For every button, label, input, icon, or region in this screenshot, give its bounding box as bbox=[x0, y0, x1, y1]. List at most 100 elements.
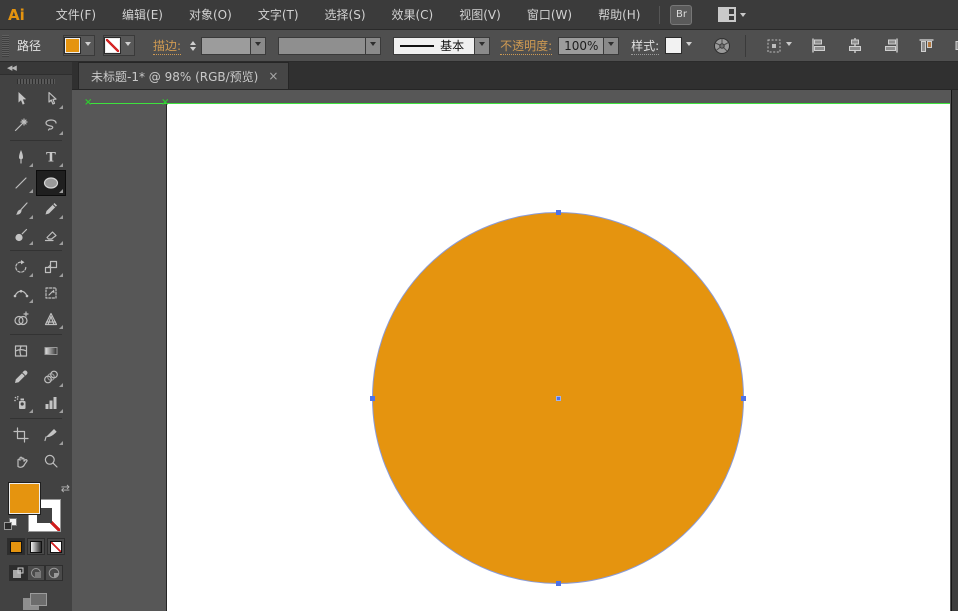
fill-color-control[interactable] bbox=[63, 35, 95, 56]
magic-wand-tool[interactable] bbox=[6, 112, 36, 138]
type-tool[interactable]: T bbox=[36, 144, 66, 170]
menu-bar: Ai 文件(F) 编辑(E) 对象(O) 文字(T) 选择(S) 效果(C) 视… bbox=[0, 0, 958, 30]
center-point[interactable] bbox=[556, 396, 561, 401]
draw-inside-button[interactable] bbox=[45, 565, 63, 581]
fill-dropdown-button[interactable] bbox=[81, 36, 94, 55]
eraser-tool[interactable] bbox=[36, 222, 66, 248]
gradient-tool[interactable] bbox=[36, 338, 66, 364]
selected-shape[interactable] bbox=[372, 212, 744, 584]
blob-brush-tool[interactable] bbox=[6, 222, 36, 248]
collapse-dock-button[interactable]: ◀◀ bbox=[7, 64, 16, 72]
canvas-pasteboard[interactable]: × × bbox=[72, 90, 958, 611]
stroke-dropdown-button[interactable] bbox=[121, 36, 134, 55]
pencil-tool[interactable] bbox=[36, 196, 66, 222]
blend-tool[interactable] bbox=[36, 364, 66, 390]
column-graph-tool[interactable] bbox=[36, 390, 66, 416]
mesh-icon bbox=[13, 343, 29, 359]
guide-line[interactable]: × × bbox=[89, 103, 950, 104]
none-button[interactable] bbox=[47, 538, 65, 555]
perspective-grid-tool[interactable] bbox=[36, 306, 66, 332]
stroke-width-stepper[interactable] bbox=[187, 37, 199, 55]
panel-grip-handle[interactable] bbox=[2, 35, 9, 57]
column-graph-icon bbox=[43, 395, 59, 411]
pen-tool[interactable] bbox=[6, 144, 36, 170]
panel-drag-handle[interactable] bbox=[17, 79, 55, 83]
document-tab[interactable]: 未标题-1* @ 98% (RGB/预览) × bbox=[78, 62, 289, 89]
width-profile-field[interactable]: 基本 bbox=[393, 37, 475, 55]
workspace: ◀◀ bbox=[0, 62, 958, 611]
align-center-icon bbox=[846, 37, 864, 54]
anchor-point-top[interactable] bbox=[556, 210, 561, 215]
bridge-button[interactable]: Br bbox=[670, 5, 692, 25]
tools-panel-header: ◀◀ bbox=[0, 62, 72, 75]
tab-close-button[interactable]: × bbox=[268, 69, 278, 83]
draw-behind-button[interactable] bbox=[27, 565, 45, 581]
stroke-width-field[interactable] bbox=[201, 37, 251, 55]
menu-file[interactable]: 文件(F) bbox=[43, 0, 109, 30]
rotate-tool[interactable] bbox=[6, 254, 36, 280]
screen-mode-button[interactable] bbox=[23, 593, 49, 611]
horizontal-align-left-button[interactable] bbox=[806, 34, 832, 58]
anchor-point-bottom[interactable] bbox=[556, 581, 561, 586]
scale-tool[interactable] bbox=[36, 254, 66, 280]
ellipse-tool[interactable] bbox=[36, 170, 66, 196]
menu-window[interactable]: 窗口(W) bbox=[514, 0, 585, 30]
chevron-down-icon bbox=[740, 13, 746, 20]
style-dropdown-button[interactable] bbox=[682, 36, 695, 55]
fill-color-swatch[interactable] bbox=[64, 37, 81, 54]
recolor-artwork-button[interactable] bbox=[709, 34, 735, 58]
align-left-icon bbox=[810, 37, 828, 54]
menu-type[interactable]: 文字(T) bbox=[245, 0, 312, 30]
stroke-none-swatch[interactable] bbox=[104, 37, 121, 54]
shape-builder-tool[interactable] bbox=[6, 306, 36, 332]
direct-selection-tool[interactable] bbox=[36, 86, 66, 112]
menu-object[interactable]: 对象(O) bbox=[176, 0, 245, 30]
workspace-switcher-button[interactable] bbox=[718, 7, 746, 22]
artboard-tool[interactable] bbox=[6, 422, 36, 448]
horizontal-align-right-button[interactable] bbox=[878, 34, 904, 58]
line-segment-tool[interactable] bbox=[6, 170, 36, 196]
menu-effect[interactable]: 效果(C) bbox=[379, 0, 447, 30]
paintbrush-tool[interactable] bbox=[6, 196, 36, 222]
stroke-color-control[interactable] bbox=[103, 35, 135, 56]
selection-tool[interactable] bbox=[6, 86, 36, 112]
mesh-tool[interactable] bbox=[6, 338, 36, 364]
brush-dropdown-button[interactable] bbox=[366, 37, 381, 55]
hand-tool[interactable] bbox=[6, 448, 36, 474]
brush-definition-field[interactable] bbox=[278, 37, 366, 55]
document-area: 未标题-1* @ 98% (RGB/预览) × × × bbox=[72, 62, 958, 611]
menu-select[interactable]: 选择(S) bbox=[312, 0, 379, 30]
slice-knife-icon bbox=[43, 427, 59, 443]
anchor-point-left[interactable] bbox=[370, 396, 375, 401]
zoom-tool[interactable] bbox=[36, 448, 66, 474]
color-button[interactable] bbox=[7, 538, 25, 555]
lasso-tool[interactable] bbox=[36, 112, 66, 138]
align-to-selection-button[interactable] bbox=[762, 34, 796, 58]
default-fill-stroke-icon[interactable] bbox=[4, 518, 18, 530]
menu-edit[interactable]: 编辑(E) bbox=[109, 0, 176, 30]
free-transform-tool[interactable] bbox=[36, 280, 66, 306]
menu-view[interactable]: 视图(V) bbox=[446, 0, 514, 30]
eyedropper-tool[interactable] bbox=[6, 364, 36, 390]
symbol-sprayer-tool[interactable] bbox=[6, 390, 36, 416]
stroke-panel-link[interactable]: 描边: bbox=[153, 37, 181, 55]
draw-normal-button[interactable] bbox=[9, 565, 27, 581]
gradient-button[interactable] bbox=[27, 538, 45, 555]
horizontal-align-center-button[interactable] bbox=[842, 34, 868, 58]
menu-help[interactable]: 帮助(H) bbox=[585, 0, 653, 30]
graphic-style-swatch[interactable] bbox=[665, 37, 682, 54]
vertical-align-top-button[interactable] bbox=[914, 34, 940, 58]
anchor-point-right[interactable] bbox=[741, 396, 746, 401]
app-logo-icon: Ai bbox=[8, 6, 25, 24]
swap-fill-stroke-icon[interactable]: ⇄ bbox=[61, 482, 70, 495]
stroke-width-dropdown-button[interactable] bbox=[251, 37, 266, 55]
guide-anchor-mark: × bbox=[84, 97, 92, 109]
opacity-panel-link[interactable]: 不透明度: bbox=[500, 37, 552, 55]
opacity-dropdown-button[interactable] bbox=[604, 37, 619, 55]
fill-proxy-swatch[interactable] bbox=[8, 482, 41, 515]
slice-tool[interactable] bbox=[36, 422, 66, 448]
vertical-align-center-button[interactable] bbox=[950, 34, 958, 58]
opacity-field[interactable]: 100% bbox=[558, 37, 604, 55]
width-tool[interactable] bbox=[6, 280, 36, 306]
width-profile-dropdown-button[interactable] bbox=[475, 37, 490, 55]
